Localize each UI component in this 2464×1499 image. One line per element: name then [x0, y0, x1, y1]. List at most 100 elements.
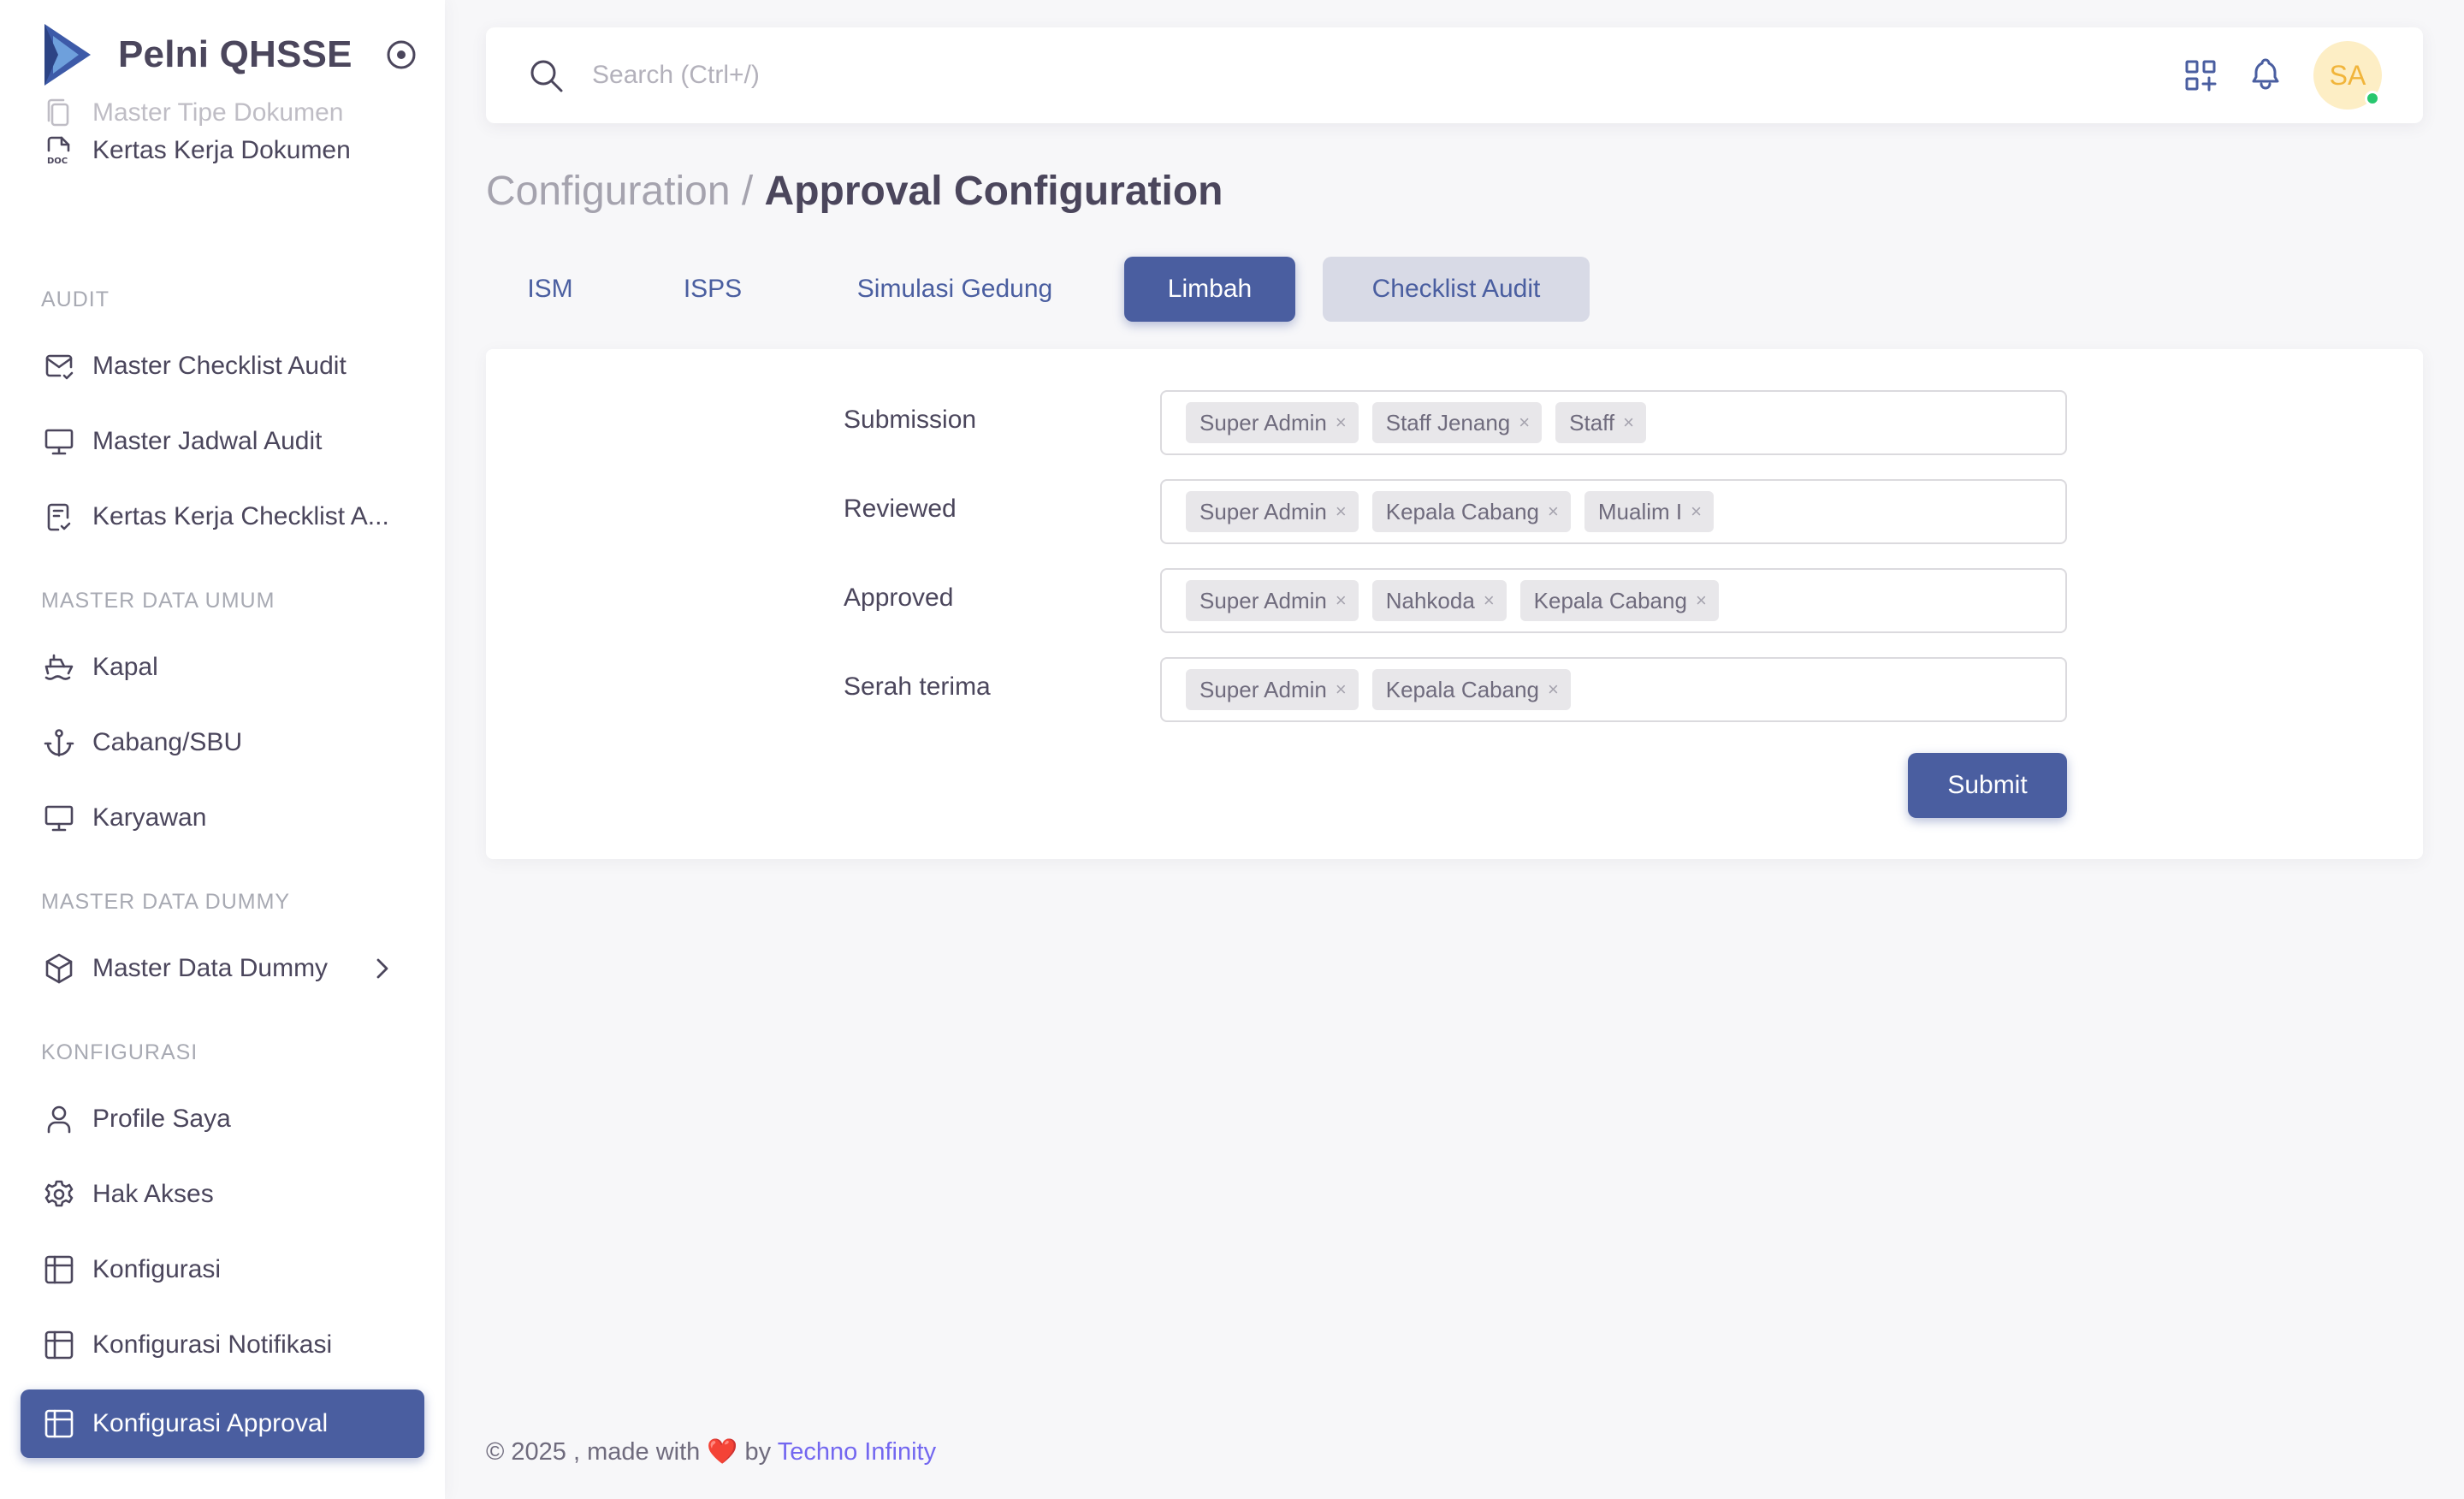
- chip-remove-icon[interactable]: ×: [1519, 412, 1530, 434]
- clipboard-check-icon: [43, 501, 75, 533]
- role-chip: Super Admin ×: [1186, 491, 1359, 532]
- label-reviewed: Reviewed: [844, 495, 957, 523]
- sidebar-item-konfigurasi-notifikasi[interactable]: Konfigurasi Notifikasi: [21, 1311, 424, 1379]
- sidebar-item-label: Konfigurasi Notifikasi: [92, 1330, 333, 1359]
- doc-file-icon: DOC: [43, 134, 75, 167]
- chip-label: Staff: [1569, 409, 1615, 435]
- label-submission: Submission: [844, 406, 977, 434]
- serah-terima-select[interactable]: Super Admin × Kepala Cabang ×: [1160, 657, 2067, 722]
- sidebar-item-master-jadwal-audit[interactable]: Master Jadwal Audit: [21, 407, 424, 476]
- role-chip: Super Admin ×: [1186, 669, 1359, 710]
- sidebar-item-master-data-dummy[interactable]: Master Data Dummy: [21, 934, 424, 1003]
- chip-label: Super Admin: [1199, 409, 1327, 435]
- app-name: Pelni QHSSE: [118, 33, 352, 75]
- bell-icon[interactable]: [2248, 56, 2283, 92]
- breadcrumb-separator: /: [730, 169, 765, 214]
- topbar: SA: [486, 27, 2423, 123]
- tab-limbah[interactable]: Limbah: [1124, 257, 1295, 322]
- section-audit: AUDIT: [41, 287, 110, 311]
- sidebar-item-profile-saya[interactable]: Profile Saya: [21, 1085, 424, 1153]
- sidebar-item-hak-akses[interactable]: Hak Akses: [21, 1160, 424, 1229]
- footer-by: by: [744, 1438, 772, 1466]
- table-icon: [43, 1407, 75, 1440]
- sidebar-item-label: Konfigurasi Approval: [92, 1409, 329, 1437]
- sidebar-item-kertas-kerja-checklist[interactable]: Kertas Kerja Checklist A...: [21, 483, 424, 551]
- chip-label: Kepala Cabang: [1385, 498, 1539, 524]
- role-chip: Kepala Cabang ×: [1371, 669, 1571, 710]
- sidebar-item-label: Kertas Kerja Dokumen: [92, 136, 351, 164]
- chip-remove-icon[interactable]: ×: [1623, 412, 1634, 434]
- role-chip: Staff Jenang ×: [1371, 402, 1543, 443]
- sidebar-item-label: Master Checklist Audit: [92, 352, 346, 380]
- apps-add-icon[interactable]: [2183, 58, 2218, 92]
- chip-remove-icon[interactable]: ×: [1548, 678, 1559, 701]
- chip-remove-icon[interactable]: ×: [1548, 501, 1559, 523]
- sidebar-item-kertas-kerja-dokumen[interactable]: DOC Kertas Kerja Dokumen: [21, 116, 424, 185]
- role-chip: Kepala Cabang ×: [1519, 580, 1719, 621]
- search-input[interactable]: [592, 50, 1704, 101]
- chip-remove-icon[interactable]: ×: [1336, 678, 1347, 701]
- approval-config-card: Submission Super Admin × Staff Jenang × St…: [486, 349, 2423, 859]
- ship-icon: [43, 651, 75, 684]
- sidebar-item-label: Profile Saya: [92, 1105, 231, 1133]
- chip-label: Kepala Cabang: [1385, 676, 1539, 702]
- avatar[interactable]: SA: [2313, 41, 2382, 110]
- sidebar-item-label: Karyawan: [92, 803, 207, 832]
- sidebar-item-label: Cabang/SBU: [92, 728, 243, 756]
- mail-check-icon: [43, 350, 75, 382]
- section-master-data-dummy: MASTER DATA DUMMY: [41, 890, 291, 914]
- sidebar-item-label: Master Jadwal Audit: [92, 427, 323, 455]
- sidebar-toggle-icon[interactable]: [385, 39, 418, 71]
- tab-checklist-audit[interactable]: Checklist Audit: [1323, 257, 1590, 322]
- footer-copyright: © 2025 , made with: [486, 1438, 701, 1466]
- sidebar-item-label: Master Data Dummy: [92, 954, 329, 982]
- sidebar-item-cabang-sbu[interactable]: Cabang/SBU: [21, 708, 424, 777]
- chip-remove-icon[interactable]: ×: [1336, 412, 1347, 434]
- table-icon: [43, 1253, 75, 1286]
- chip-label: Super Admin: [1199, 498, 1327, 524]
- chip-label: Staff Jenang: [1385, 409, 1511, 435]
- company-link[interactable]: Techno Infinity: [778, 1438, 936, 1466]
- monitor-icon: [43, 802, 75, 834]
- gear-icon: [43, 1178, 75, 1211]
- chip-label: Nahkoda: [1385, 587, 1475, 613]
- submission-select[interactable]: Super Admin × Staff Jenang × Staff ×: [1160, 390, 2067, 455]
- sidebar-item-label: Kapal: [92, 653, 158, 681]
- reviewed-select[interactable]: Super Admin × Kepala Cabang × Mualim I ×: [1160, 479, 2067, 544]
- tab-isps[interactable]: ISPS: [650, 257, 775, 322]
- chip-remove-icon[interactable]: ×: [1484, 590, 1495, 612]
- approved-select[interactable]: Super Admin × Nahkoda × Kepala Cabang ×: [1160, 568, 2067, 633]
- sidebar-item-konfigurasi[interactable]: Konfigurasi: [21, 1235, 424, 1304]
- sidebar-item-master-checklist-audit[interactable]: Master Checklist Audit: [21, 332, 424, 400]
- tab-ism[interactable]: ISM: [486, 257, 614, 322]
- chip-label: Super Admin: [1199, 676, 1327, 702]
- user-icon: [43, 1103, 75, 1135]
- tab-simulasi-gedung[interactable]: Simulasi Gedung: [816, 257, 1093, 322]
- label-approved: Approved: [844, 584, 954, 612]
- avatar-initials: SA: [2329, 59, 2366, 91]
- sidebar-item-kapal[interactable]: Kapal: [21, 633, 424, 702]
- sidebar-item-label: Konfigurasi: [92, 1255, 222, 1283]
- chip-label: Mualim I: [1597, 498, 1683, 524]
- sidebar-item-konfigurasi-approval[interactable]: Konfigurasi Approval: [21, 1389, 424, 1458]
- svg-text:DOC: DOC: [47, 157, 68, 166]
- chip-remove-icon[interactable]: ×: [1696, 590, 1707, 612]
- chip-remove-icon[interactable]: ×: [1336, 590, 1347, 612]
- table-icon: [43, 1329, 75, 1361]
- sidebar-item-karyawan[interactable]: Karyawan: [21, 784, 424, 852]
- box-icon: [43, 952, 75, 985]
- chip-label: Super Admin: [1199, 587, 1327, 613]
- submit-button[interactable]: Submit: [1908, 753, 2067, 818]
- chip-remove-icon[interactable]: ×: [1336, 501, 1347, 523]
- breadcrumb-parent[interactable]: Configuration: [486, 169, 731, 214]
- chip-remove-icon[interactable]: ×: [1691, 501, 1702, 523]
- search-icon[interactable]: [527, 56, 565, 94]
- page-title: Approval Configuration: [764, 169, 1223, 214]
- role-chip: Kepala Cabang ×: [1371, 491, 1571, 532]
- heart-icon: ❤️: [707, 1438, 738, 1466]
- role-chip: Staff ×: [1555, 402, 1646, 443]
- sidebar-item-label: Kertas Kerja Checklist A...: [92, 502, 389, 530]
- monitor-icon: [43, 425, 75, 458]
- footer: © 2025 , made with ❤️ by Techno Infinity: [486, 1437, 936, 1466]
- role-chip: Mualim I ×: [1584, 491, 1714, 532]
